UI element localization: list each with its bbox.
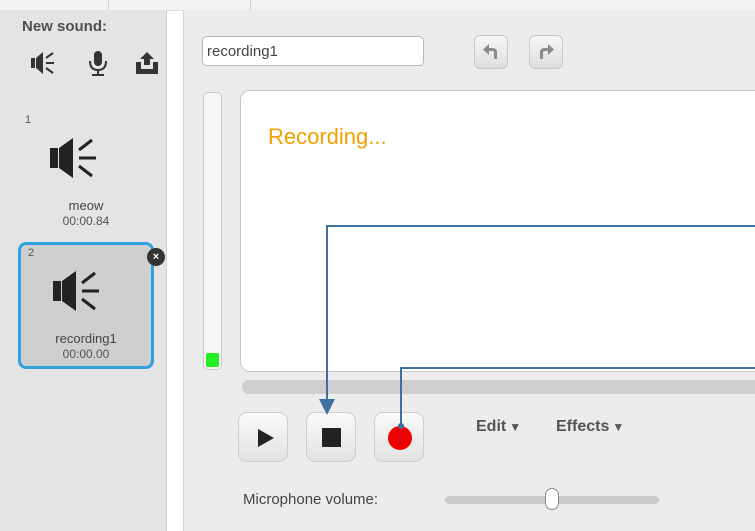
microphone-volume-label: Microphone volume:	[243, 491, 379, 508]
sound-name: meow	[68, 198, 104, 213]
speaker-icon	[50, 138, 96, 178]
sound-duration: 00:00.84	[62, 214, 110, 228]
tab-divider	[108, 0, 109, 10]
edit-menu[interactable]: Edit ▼	[476, 418, 521, 436]
tab-divider	[250, 0, 251, 10]
microphone-icon[interactable]	[85, 50, 111, 76]
recording-level-meter	[203, 92, 222, 370]
sound-name: recording1	[55, 331, 117, 346]
new-sound-title: New sound:	[22, 18, 107, 35]
sound-item-recording1[interactable]: 2 recording1 00:00.00	[18, 242, 154, 369]
sound-duration: 00:00.00	[62, 347, 110, 361]
waveform-scrollbar[interactable]	[242, 380, 755, 394]
record-icon	[388, 426, 412, 450]
recording-status: Recording...	[268, 124, 387, 149]
effects-menu[interactable]: Effects ▼	[556, 418, 624, 436]
microphone-volume-knob[interactable]	[545, 488, 559, 510]
level-meter-fill	[206, 353, 219, 367]
play-icon	[258, 429, 274, 447]
redo-icon	[540, 44, 554, 59]
undo-button[interactable]	[474, 35, 508, 69]
sound-number: 2	[28, 247, 35, 259]
stop-button[interactable]	[306, 412, 356, 462]
edit-menu-label: Edit	[476, 418, 507, 435]
effects-menu-label: Effects	[556, 418, 610, 435]
sound-name-input[interactable]	[202, 36, 424, 66]
undo-icon	[483, 44, 497, 59]
speaker-library-icon[interactable]	[30, 50, 56, 76]
chevron-down-icon: ▼	[612, 420, 625, 434]
delete-sound-icon[interactable]: ×	[147, 248, 165, 266]
sound-item-meow[interactable]: 1 meow 00:00.84	[18, 112, 154, 238]
record-button[interactable]	[374, 412, 424, 462]
stop-icon	[322, 428, 341, 447]
redo-button[interactable]	[529, 35, 563, 69]
play-button[interactable]	[238, 412, 288, 462]
upload-icon[interactable]	[134, 50, 160, 76]
sound-number: 1	[25, 114, 32, 126]
speaker-icon	[53, 271, 99, 311]
chevron-down-icon: ▼	[509, 420, 522, 434]
